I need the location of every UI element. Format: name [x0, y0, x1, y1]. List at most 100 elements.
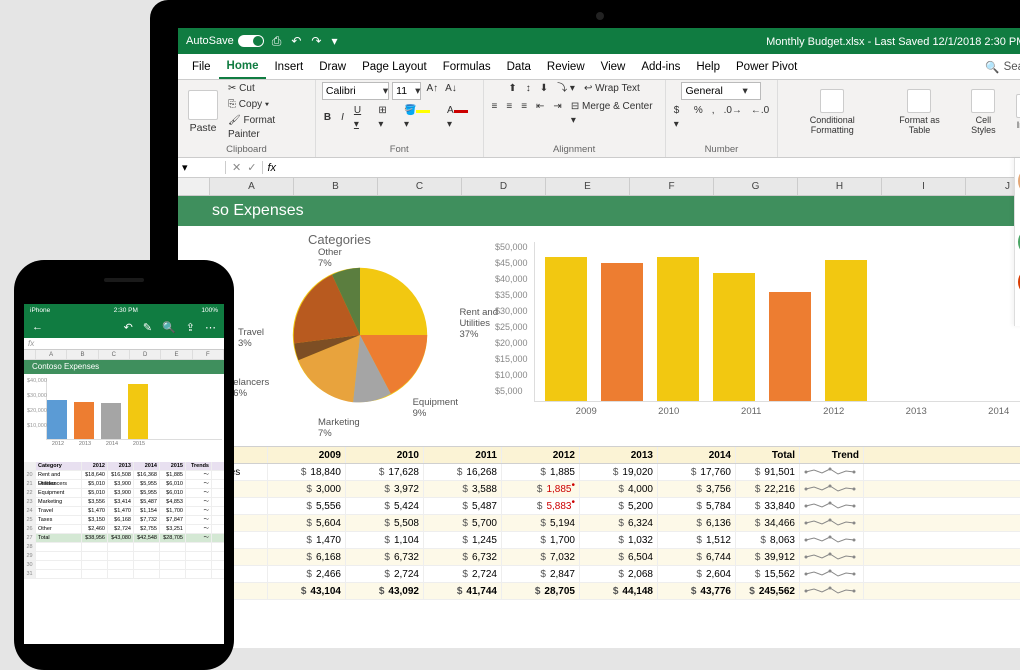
phone-table-row[interactable]: 24Travel$1,470$1,470$1,154$1,700〜 — [24, 507, 224, 516]
qat-dropdown-icon[interactable]: ▾ — [331, 34, 337, 49]
phone-table-row[interactable]: 22Equipment$5,010$3,900$5,955$6,010〜 — [24, 489, 224, 498]
col-2011[interactable]: 2011 — [424, 447, 502, 463]
align-top-icon[interactable]: ⬆ — [506, 82, 518, 96]
phone-table-row[interactable]: 25Taxes$3,150$6,168$7,732$7,847〜 — [24, 516, 224, 525]
tab-review[interactable]: Review — [539, 54, 593, 79]
col-a[interactable]: A — [210, 178, 294, 195]
cell-styles-button[interactable]: Cell Styles — [959, 87, 1008, 137]
phone-table-row[interactable]: 27Total$38,956$43,080$42,548$28,705〜 — [24, 534, 224, 543]
tab-draw[interactable]: Draw — [311, 54, 354, 79]
bar-2009[interactable] — [545, 257, 587, 401]
align-bottom-icon[interactable]: ⬇ — [538, 82, 550, 96]
name-box[interactable]: ▾ — [178, 161, 226, 174]
insert-cells-button[interactable]: Insert — [1012, 92, 1020, 132]
select-all-corner[interactable] — [178, 178, 210, 195]
col-j[interactable]: J — [966, 178, 1020, 195]
paste-button[interactable]: Paste — [184, 88, 222, 136]
tab-power-pivot[interactable]: Power Pivot — [728, 54, 805, 79]
font-color-button[interactable]: A ▾ — [445, 104, 476, 132]
bold-button[interactable]: B — [322, 111, 333, 125]
cut-button[interactable]: ✂ Cut — [226, 82, 309, 96]
font-size-combo[interactable]: ▾ — [392, 82, 421, 100]
back-icon[interactable]: ← — [32, 321, 43, 333]
currency-button[interactable]: $ ▾ — [672, 104, 687, 132]
table-row[interactable]: $6,168$6,732$6,732$7,032$6,504$6,744$39,… — [178, 549, 1020, 566]
undo-icon[interactable]: ↶ — [291, 34, 301, 49]
decrease-decimal-icon[interactable]: ←.0 — [749, 104, 771, 132]
tab-file[interactable]: File — [184, 54, 219, 79]
toggle-switch-icon[interactable] — [238, 35, 264, 47]
phone-table-row[interactable]: 26Other$2,460$2,724$2,755$3,251〜 — [24, 525, 224, 534]
increase-decimal-icon[interactable]: .0→ — [722, 104, 744, 132]
col-2013[interactable]: 2013 — [580, 447, 658, 463]
phone-table-row[interactable]: 20Rent and Utilities$18,640$16,508$16,36… — [24, 471, 224, 480]
comma-button[interactable]: , — [710, 104, 717, 132]
decrease-font-icon[interactable]: A↓ — [443, 82, 459, 100]
conditional-formatting-button[interactable]: Conditional Formatting — [784, 87, 880, 137]
format-as-table-button[interactable]: Format as Table — [884, 87, 955, 137]
phone-formula-bar[interactable]: fx — [24, 338, 224, 350]
tab-view[interactable]: View — [593, 54, 634, 79]
col-2010[interactable]: 2010 — [346, 447, 424, 463]
bar-chart[interactable]: 200920102011201220132014 $50,000$45,000$… — [534, 232, 1020, 446]
tab-page-layout[interactable]: Page Layout — [354, 54, 435, 79]
italic-button[interactable]: I — [339, 111, 346, 125]
col-b[interactable]: B — [294, 178, 378, 195]
table-row[interactable]: $3,000$3,972$3,588$1,885•$4,000$3,756$22… — [178, 481, 1020, 498]
tab-formulas[interactable]: Formulas — [435, 54, 499, 79]
autosave-toggle[interactable]: AutoSave — [186, 35, 264, 47]
phone-data-table[interactable]: Category 2012 2013 2014 2015 Trends 20Re… — [24, 462, 224, 579]
expense-table[interactable]: 2009 2010 2011 2012 2013 2014 Total Tren… — [178, 446, 1020, 600]
col-2009[interactable]: 2009 — [268, 447, 346, 463]
draw-icon[interactable]: ✎ — [143, 321, 152, 334]
bar-2014[interactable] — [825, 260, 867, 401]
merge-center-button[interactable]: ⊟ Merge & Center ▾ — [569, 100, 659, 128]
confirm-icon[interactable]: ✓ — [247, 161, 256, 174]
table-row[interactable]: Utilities$18,840$17,628$16,268$1,885$19,… — [178, 464, 1020, 481]
phone-table-row[interactable]: 23Marketing$3,556$3,414$5,487$4,853〜 — [24, 498, 224, 507]
phone-bar-chart[interactable]: $40,000$30,000$20,000$10,000 20122013201… — [24, 374, 224, 462]
save-icon[interactable]: ⎙ — [272, 34, 282, 49]
more-icon[interactable]: ⋯ — [205, 321, 216, 334]
col-c[interactable]: C — [378, 178, 462, 195]
indent-decrease-icon[interactable]: ⇤ — [534, 100, 546, 128]
col-d[interactable]: D — [462, 178, 546, 195]
col-h[interactable]: H — [798, 178, 882, 195]
cancel-icon[interactable]: ✕ — [232, 161, 241, 174]
bar-2010[interactable] — [601, 263, 643, 401]
redo-icon[interactable]: ↷ — [311, 34, 321, 49]
align-left-icon[interactable]: ≡ — [490, 100, 500, 128]
col-2012[interactable]: 2012 — [502, 447, 580, 463]
bar-2011[interactable] — [657, 257, 699, 401]
phone-table-row[interactable]: 21Freelancers$5,010$3,900$5,955$6,010〜 — [24, 480, 224, 489]
orientation-icon[interactable]: ⤵ ▾ — [555, 82, 577, 96]
table-row[interactable]: $43,104$43,092$41,744$28,705$44,148$43,7… — [178, 583, 1020, 600]
table-row[interactable]: $5,556$5,424$5,487$5,883•$5,200$5,784$33… — [178, 498, 1020, 515]
search-box[interactable]: 🔍 Search — [985, 60, 1020, 74]
tab-insert[interactable]: Insert — [266, 54, 311, 79]
border-button[interactable]: ⊞ ▾ — [376, 104, 396, 132]
tab-addins[interactable]: Add-ins — [633, 54, 688, 79]
underline-button[interactable]: U ▾ — [352, 104, 370, 132]
percent-button[interactable]: % — [692, 104, 705, 132]
copy-button[interactable]: ⎘ Copy ▾ — [226, 98, 309, 112]
table-row[interactable]: $5,604$5,508$5,700$5,194$6,324$6,136$34,… — [178, 515, 1020, 532]
font-name-combo[interactable]: ▾ — [322, 82, 389, 100]
pie-chart[interactable]: Categories Other7% Rent andUtilities37% … — [238, 232, 498, 446]
fill-color-button[interactable]: 🪣 ▾ — [402, 104, 439, 132]
undo-icon[interactable]: ↶ — [124, 321, 133, 334]
increase-font-icon[interactable]: A↑ — [424, 82, 440, 100]
col-total[interactable]: Total — [736, 447, 800, 463]
tab-help[interactable]: Help — [688, 54, 728, 79]
indent-increase-icon[interactable]: ⇥ — [551, 100, 563, 128]
bar-2013[interactable] — [769, 292, 811, 401]
tab-data[interactable]: Data — [499, 54, 539, 79]
align-middle-icon[interactable]: ↕ — [524, 82, 533, 96]
col-trend[interactable]: Trend — [800, 447, 864, 463]
wrap-text-button[interactable]: ↩ Wrap Text — [582, 82, 642, 96]
align-center-icon[interactable]: ≡ — [504, 100, 514, 128]
col-i[interactable]: I — [882, 178, 966, 195]
table-row[interactable]: $2,466$2,724$2,724$2,847$2,068$2,604$15,… — [178, 566, 1020, 583]
col-f[interactable]: F — [630, 178, 714, 195]
format-painter-button[interactable]: 🖌 Format Painter — [226, 114, 309, 142]
